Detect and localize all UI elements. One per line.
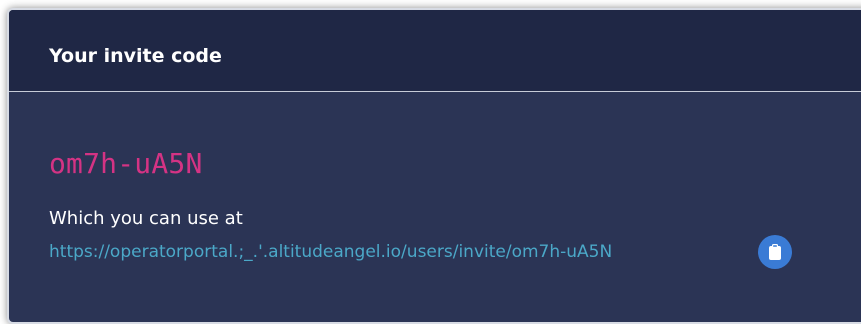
invite-code-card: Your invite code om7h-uA5N Which you can… (7, 8, 861, 324)
card-header: Your invite code (9, 10, 861, 92)
invite-code: om7h-uA5N (49, 147, 203, 180)
clipboard-icon (768, 243, 782, 261)
usage-instructions: Which you can use at (49, 208, 243, 229)
card-title: Your invite code (49, 45, 222, 67)
invite-link[interactable]: https://operatorportal.;_.'.altitudeange… (49, 241, 612, 263)
copy-link-button[interactable] (758, 235, 792, 269)
